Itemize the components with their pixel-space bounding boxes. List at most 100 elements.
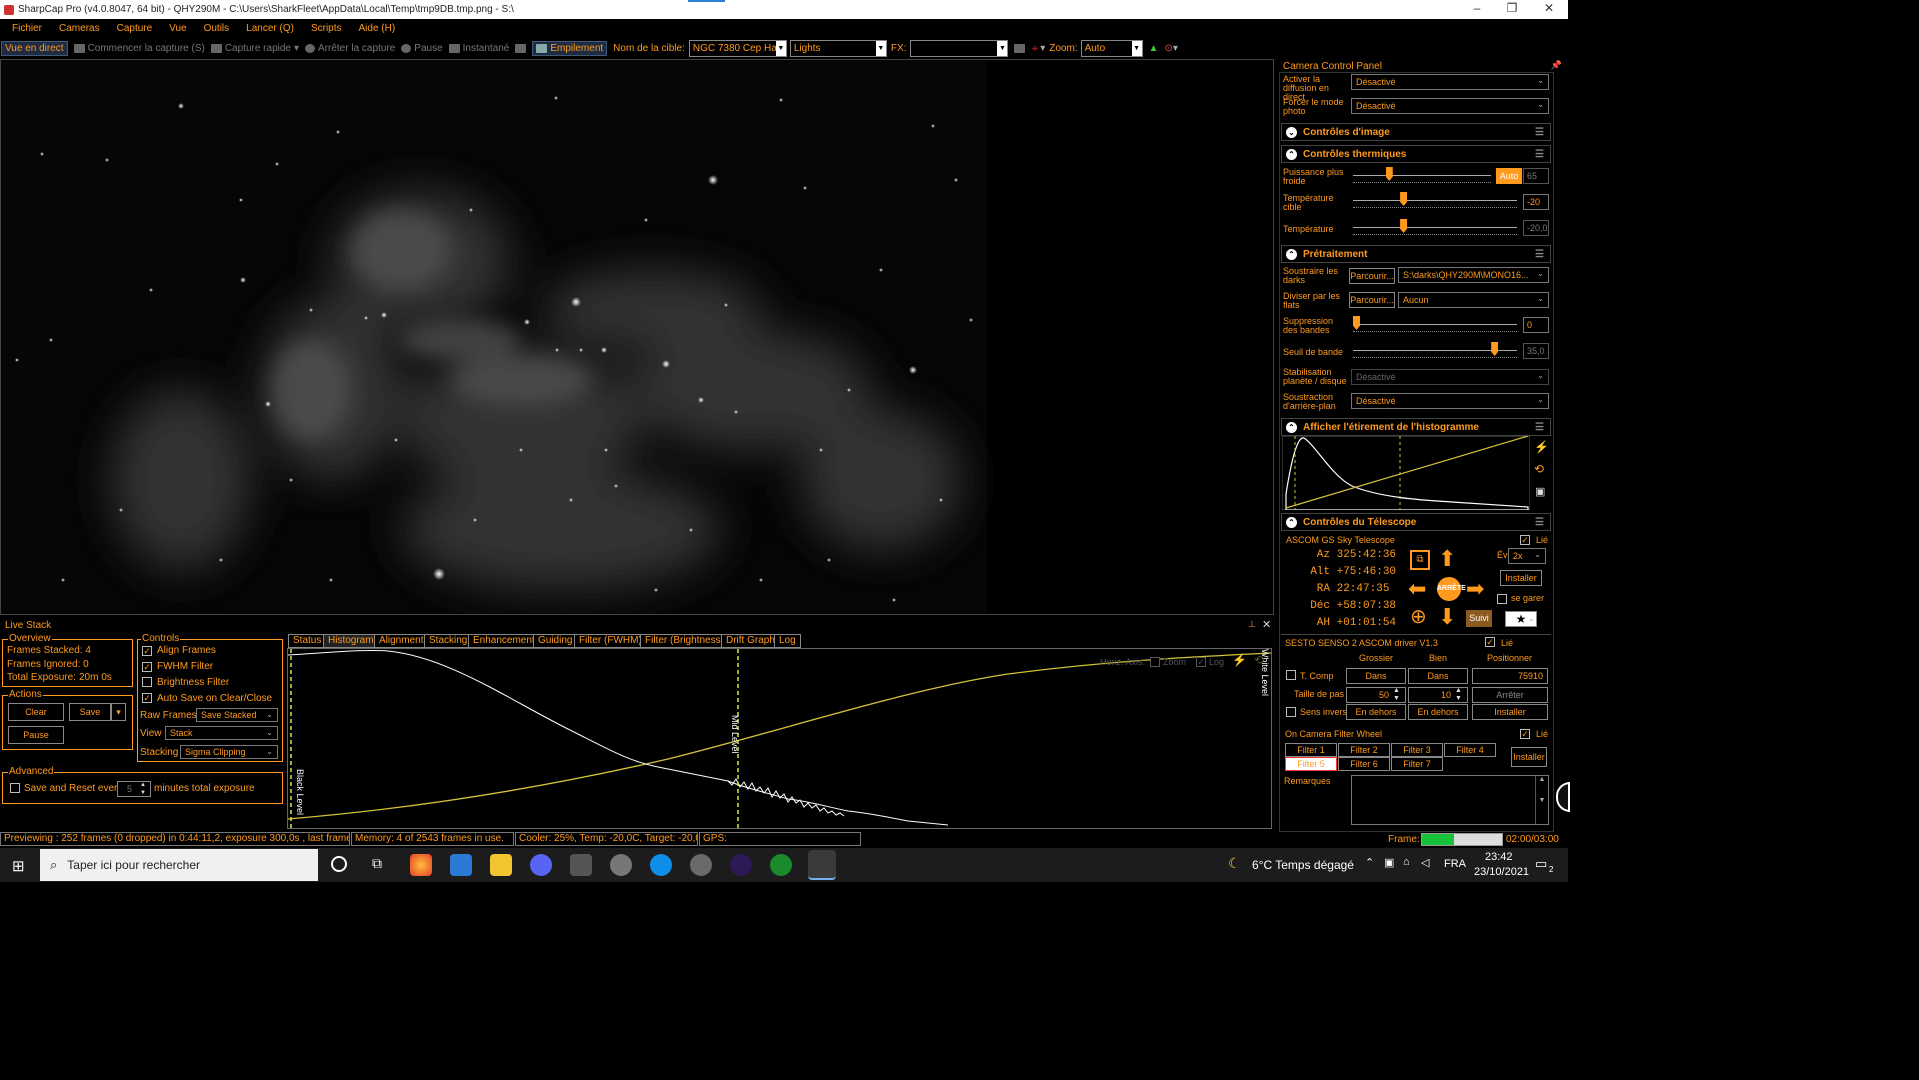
cooler-power-value[interactable]: 65 (1523, 168, 1549, 184)
record-icon[interactable] (1014, 44, 1026, 53)
filter-install-button[interactable]: Installer (1511, 747, 1547, 767)
stop-capture-button[interactable]: Arrêter la capture (305, 43, 395, 54)
fx-combo[interactable]: ▼ (910, 40, 1009, 57)
save-button[interactable]: Save (69, 703, 111, 721)
track-button[interactable]: Suivi (1466, 610, 1492, 627)
brightness-filter-checkbox[interactable] (142, 677, 152, 687)
auto-stretch-icon[interactable]: ⚡ (1232, 653, 1247, 667)
filter-linked-checkbox[interactable]: ✓ (1520, 729, 1530, 739)
section-image-controls[interactable]: ⌄ Contrôles d'image ☰ (1281, 123, 1551, 141)
filter-2-button[interactable]: Filter 2 (1338, 743, 1390, 757)
cooler-power-slider[interactable] (1353, 167, 1491, 183)
view-select[interactable]: Stack ⌄ (165, 726, 278, 740)
zoom-checkbox[interactable] (1150, 657, 1160, 667)
menu-capture[interactable]: Capture (117, 23, 153, 34)
filter-7-button[interactable]: Filter 7 (1391, 757, 1443, 771)
clear-button[interactable]: Clear (8, 703, 64, 721)
save-icon[interactable]: ▣ (1535, 485, 1545, 498)
tab-enhancement[interactable]: Enhancement (468, 634, 540, 648)
planetarium-icon[interactable] (730, 854, 752, 876)
threshold-slider[interactable] (1353, 342, 1517, 358)
calculator-icon[interactable] (570, 854, 592, 876)
tray-chevron-icon[interactable]: ⌃ (1365, 856, 1374, 869)
tab-stacking[interactable]: Stacking (424, 634, 473, 648)
livestream-select[interactable]: Désactivé ⌄ (1351, 74, 1549, 90)
save-options-button[interactable]: ▾ (111, 703, 126, 721)
telescope-linked-checkbox[interactable]: ✓ (1520, 535, 1530, 545)
menu-icon[interactable]: ☰ (1535, 149, 1544, 160)
tray-volume-icon[interactable]: ◁ (1421, 856, 1429, 869)
sync-icon[interactable]: ⧉ (1410, 550, 1430, 570)
pause-button[interactable]: Pause (401, 43, 443, 54)
firefox-icon[interactable] (410, 854, 432, 876)
focuser-in-fine-button[interactable]: Dans (1408, 668, 1468, 684)
start-capture-button[interactable]: Commencer la capture (S) (73, 43, 205, 54)
flats-select[interactable]: Aucun ⌄ (1398, 292, 1549, 308)
target-name-combo[interactable]: NGC 7380 Cep Ha ▼ (688, 40, 787, 57)
auto-stretch-icon[interactable]: ⚡ (1534, 440, 1549, 454)
stack-histogram[interactable]: Black Level Mid Level White Level Horiz.… (287, 648, 1272, 829)
arrow-right-icon[interactable]: ➡ (1466, 578, 1484, 600)
menu-lancer[interactable]: Lancer (Q) (246, 23, 294, 34)
align-frames-checkbox[interactable]: ✓ (142, 646, 152, 656)
stretch-histogram[interactable] (1282, 436, 1530, 510)
explorer-icon[interactable] (490, 854, 512, 876)
taskbar-search-box[interactable]: ⌕ Taper ici pour rechercher (40, 849, 318, 881)
cortana-icon[interactable] (331, 856, 347, 872)
pin-icon[interactable]: 📌 (1551, 60, 1562, 71)
menu-cameras[interactable]: Cameras (59, 23, 100, 34)
histogram-icon[interactable]: ▲ (1149, 43, 1159, 54)
tcomp-checkbox[interactable] (1286, 670, 1296, 680)
menu-icon[interactable]: ☰ (1535, 127, 1544, 138)
tab-histogram[interactable]: Histogram (323, 634, 379, 648)
zoom-combo[interactable]: Auto ▼ (1080, 40, 1143, 57)
filter-3-button[interactable]: Filter 3 (1391, 743, 1443, 757)
stacking-select[interactable]: Sigma Clipping ⌄ (180, 745, 278, 759)
sharpcap-taskbar-icon[interactable] (808, 850, 836, 880)
filter-5-button[interactable]: Filter 5 (1285, 757, 1337, 771)
save-reset-checkbox[interactable] (10, 783, 20, 793)
focus-app-icon[interactable] (770, 854, 792, 876)
tab-filter-brightness[interactable]: Filter (Brightness) (640, 634, 729, 648)
live-view-button[interactable]: Vue en direct (1, 41, 68, 56)
stack-pause-button[interactable]: Pause (8, 726, 64, 744)
stop-slew-button[interactable]: ARRÊTE (1437, 577, 1466, 601)
background-select[interactable]: Désactivé ⌄ (1351, 393, 1549, 409)
pin-icon[interactable]: ⊥ (1248, 619, 1256, 630)
chevron-down-icon[interactable]: ▾ (1173, 43, 1178, 54)
clock-time[interactable]: 23:42 (1485, 851, 1513, 863)
snapshot-button[interactable]: Instantané (448, 43, 509, 54)
menu-outils[interactable]: Outils (204, 23, 230, 34)
notification-icon[interactable]: ▭ (1535, 856, 1547, 872)
stacking-button[interactable]: Empilement (532, 41, 608, 56)
section-preprocessing[interactable]: ⌃ Prétraitement ☰ (1281, 245, 1551, 263)
menu-icon[interactable]: ☰ (1535, 249, 1544, 260)
target-crosshair-icon[interactable]: ⊕ (1410, 607, 1427, 627)
mail-icon[interactable] (450, 854, 472, 876)
focuser-linked-checkbox[interactable]: ✓ (1485, 637, 1495, 647)
focuser-position-input[interactable]: 75910 (1472, 668, 1548, 684)
tab-filter-fwhm[interactable]: Filter (FWHM) (574, 634, 647, 648)
threshold-value[interactable]: 35,0 (1523, 343, 1549, 359)
image-view[interactable] (0, 59, 1274, 615)
menu-fichier[interactable]: Fichier (12, 23, 42, 34)
menu-aide[interactable]: Aide (H) (359, 23, 396, 34)
close-icon[interactable]: ✕ (1262, 618, 1271, 631)
chevron-down-icon[interactable]: ⌄ (1528, 614, 1535, 623)
arrow-up-icon[interactable]: ⬆ (1438, 548, 1456, 570)
reset-icon[interactable]: ⟲ (1534, 462, 1544, 476)
darks-browse-button[interactable]: Parcourir... (1349, 268, 1395, 284)
slew-rate-select[interactable]: 2x ⌄ (1508, 548, 1546, 564)
darks-select[interactable]: S:\darks\QHY290M\MONO16... ⌄ (1398, 267, 1549, 283)
clock-date[interactable]: 23/10/2021 (1474, 866, 1529, 878)
focuser-out-coarse-button[interactable]: En dehors (1346, 704, 1406, 720)
flats-browse-button[interactable]: Parcourir... (1349, 292, 1395, 308)
fwhm-filter-checkbox[interactable]: ✓ (142, 662, 152, 672)
start-windows-icon[interactable]: ⊞ (12, 857, 25, 875)
split-view-button[interactable] (515, 44, 527, 53)
focuser-install-button[interactable]: Installer (1472, 704, 1548, 720)
quick-capture-button[interactable]: Capture rapide ▾ (210, 43, 299, 54)
menu-scripts[interactable]: Scripts (311, 23, 342, 34)
tray-usb-icon[interactable]: ▣ (1384, 856, 1394, 869)
stabilization-select[interactable]: Désactivé ⌄ (1351, 369, 1549, 385)
